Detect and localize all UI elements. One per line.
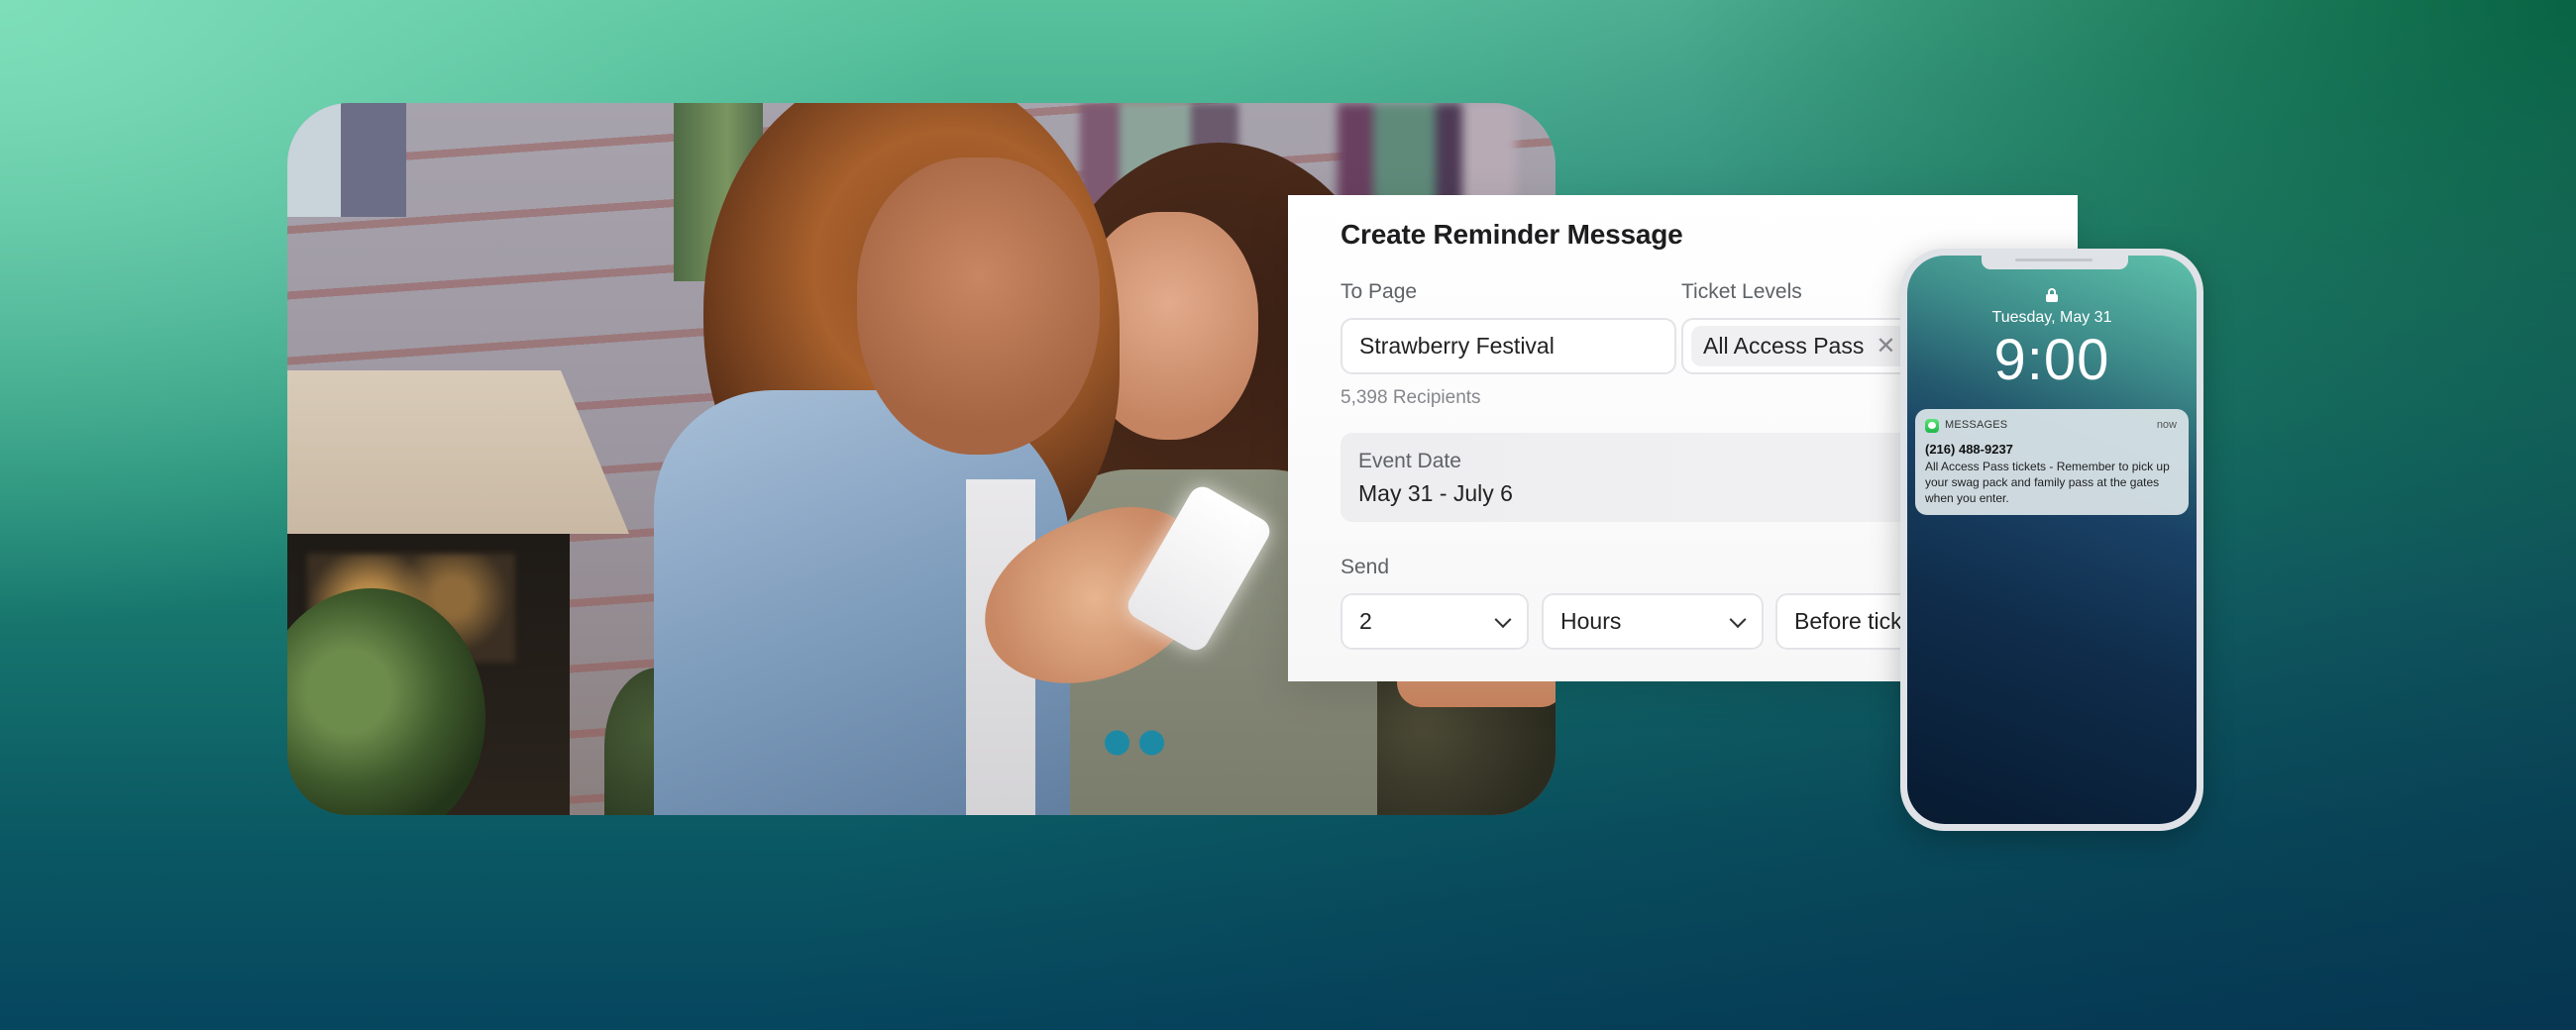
woman-1-face — [857, 157, 1100, 455]
lock-screen: Tuesday, May 31 9:00 MESSAGES now (216) … — [1907, 256, 2197, 824]
send-amount-value: 2 — [1359, 608, 1372, 634]
to-page-label: To Page — [1341, 280, 1418, 303]
card-title: Create Reminder Message — [1341, 219, 1683, 250]
event-date-value: May 31 - July 6 — [1358, 480, 1513, 506]
lock-icon — [2046, 288, 2058, 302]
send-label: Send — [1341, 556, 1390, 578]
send-timing-value: Before tick — [1794, 608, 1902, 634]
phone-mockup: Tuesday, May 31 9:00 MESSAGES now (216) … — [1900, 249, 2203, 831]
send-amount-select[interactable]: 2 — [1341, 593, 1529, 650]
ticket-chip: All Access Pass ✕ — [1691, 326, 1908, 366]
lock-screen-time: 9:00 — [1993, 328, 2110, 392]
lock-screen-date: Tuesday, May 31 — [1991, 309, 2112, 326]
to-page-value: Strawberry Festival — [1359, 333, 1555, 359]
chevron-down-icon — [1494, 610, 1512, 628]
recipients-count: 5,398 Recipients — [1341, 387, 1481, 408]
chevron-down-icon — [1729, 610, 1747, 628]
notification-body: All Access Pass tickets - Remember to pi… — [1925, 460, 2170, 505]
event-date-label: Event Date — [1358, 450, 1461, 472]
notification-time: now — [2156, 419, 2177, 431]
notification-app-name: MESSAGES — [1945, 419, 2008, 431]
notification-sender: (216) 488-9237 — [1925, 442, 2013, 457]
ticket-levels-label: Ticket Levels — [1681, 280, 1802, 303]
send-unit-value: Hours — [1560, 608, 1622, 634]
ticket-chip-label: All Access Pass — [1703, 333, 1865, 359]
to-page-input[interactable]: Strawberry Festival — [1341, 318, 1676, 374]
close-icon[interactable]: ✕ — [1876, 334, 1895, 359]
send-unit-select[interactable]: Hours — [1542, 593, 1764, 650]
messages-app-icon — [1925, 419, 1939, 433]
message-notification[interactable]: MESSAGES now (216) 488-9237 All Access P… — [1915, 409, 2189, 515]
phone-notch — [1982, 256, 2128, 269]
building-window — [287, 103, 406, 217]
sunglasses-necklace — [1100, 727, 1169, 759]
